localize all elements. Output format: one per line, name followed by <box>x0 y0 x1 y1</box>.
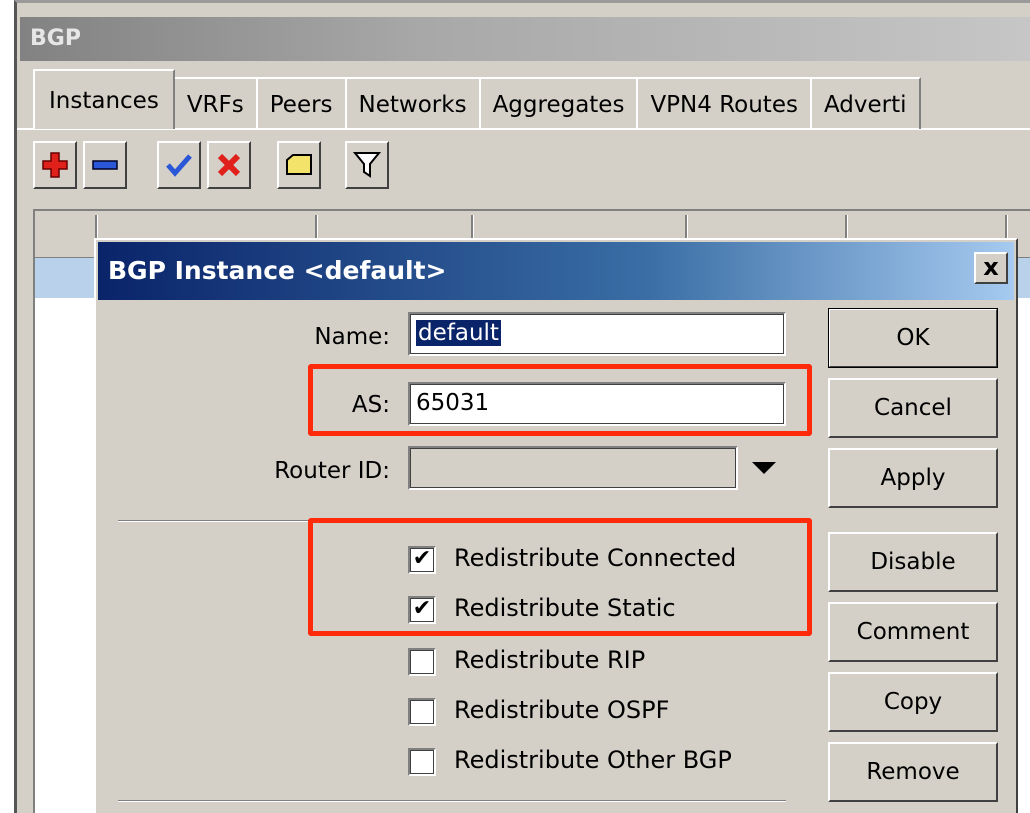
tab-advertisements[interactable]: Adverti <box>809 77 921 129</box>
tab-instances[interactable]: Instances <box>33 69 175 129</box>
remove-button[interactable] <box>83 141 127 189</box>
check-icon <box>166 154 192 177</box>
chevron-down-icon[interactable] <box>752 462 776 474</box>
disable-button[interactable] <box>207 141 251 189</box>
plus-icon <box>42 152 68 178</box>
filter-button[interactable] <box>345 141 389 189</box>
redistribute-ospf-checkbox[interactable] <box>408 698 436 726</box>
window-title: BGP <box>20 17 1030 61</box>
add-button[interactable] <box>33 141 77 189</box>
router-id-field[interactable] <box>408 446 738 490</box>
comment-button[interactable]: Comment <box>828 602 998 662</box>
remove-button[interactable]: Remove <box>828 742 998 802</box>
copy-button[interactable]: Copy <box>828 672 998 732</box>
dialog-title: BGP Instance <default> <box>98 242 1014 300</box>
close-icon[interactable]: x <box>974 252 1008 284</box>
cancel-button[interactable]: Cancel <box>828 378 998 438</box>
divider <box>118 800 786 802</box>
name-value: default <box>416 320 501 346</box>
as-highlight-box <box>308 364 812 436</box>
name-field[interactable]: default <box>408 312 786 356</box>
redistribute-highlight-box <box>308 518 812 636</box>
redistribute-other-bgp-label: Redistribute Other BGP <box>454 746 732 774</box>
disable-button[interactable]: Disable <box>828 532 998 592</box>
tab-bar: Instances VRFs Peers Networks Aggregates VPN4… <box>33 69 921 131</box>
redistribute-rip-label: Redistribute RIP <box>454 646 646 674</box>
tab-networks[interactable]: Networks <box>344 77 481 129</box>
redistribute-other-bgp-checkbox[interactable] <box>408 748 436 776</box>
x-icon <box>217 153 241 177</box>
filter-icon <box>353 152 381 178</box>
redistribute-rip-checkbox[interactable] <box>408 648 436 676</box>
note-icon <box>286 154 312 175</box>
minus-icon <box>92 160 118 170</box>
name-label: Name: <box>314 324 390 350</box>
tab-vpn4-routes[interactable]: VPN4 Routes <box>636 77 812 129</box>
tab-vrfs[interactable]: VRFs <box>172 77 258 129</box>
redistribute-ospf-label: Redistribute OSPF <box>454 696 670 724</box>
comment-button[interactable] <box>277 141 321 189</box>
enable-button[interactable] <box>157 141 201 189</box>
tab-peers[interactable]: Peers <box>255 77 347 129</box>
ok-button[interactable]: OK <box>828 308 998 368</box>
router-id-label: Router ID: <box>274 458 390 484</box>
apply-button[interactable]: Apply <box>828 448 998 508</box>
tab-aggregates[interactable]: Aggregates <box>478 77 639 129</box>
